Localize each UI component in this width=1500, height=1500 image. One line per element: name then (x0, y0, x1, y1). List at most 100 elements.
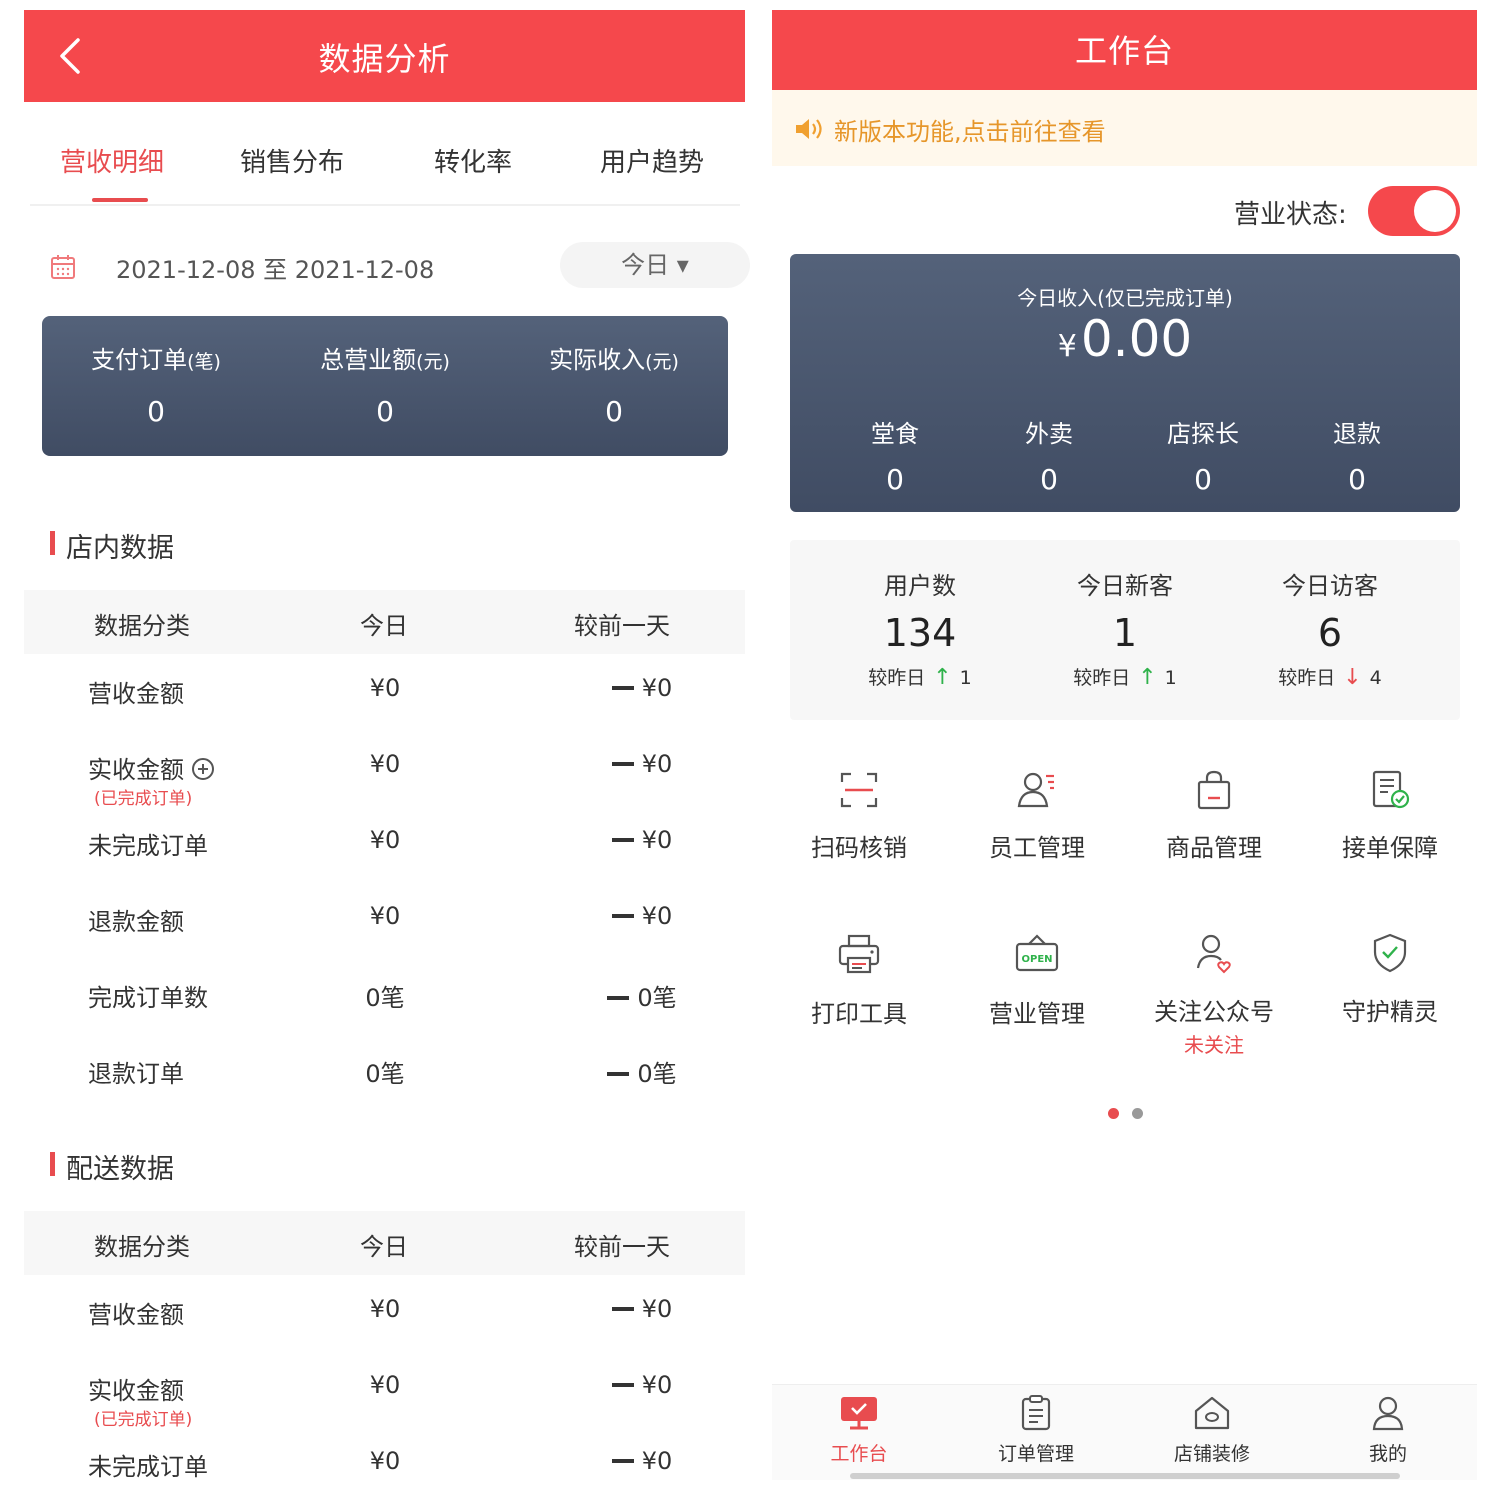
arrow-down-icon: ↓ (1343, 665, 1362, 690)
row-prev: ¥0 (564, 826, 720, 854)
grid-staff-management[interactable]: 员工管理 (957, 770, 1117, 863)
grid-label: 打印工具 (811, 1000, 907, 1028)
user-stats-card: 用户数 134 较昨日 ↑ 1 今日新客 1 较昨日 ↑ 1 今日访客 6 较昨日 ↓ 4 (790, 540, 1460, 720)
workbench-screen: 工作台 新版本功能,点击前往查看 营业状态: 今日收入(仅已完成订单) ¥0.0… (772, 10, 1477, 1500)
compare-delta: 1 (1164, 667, 1177, 689)
grid-label: 关注公众号 (1154, 998, 1274, 1026)
home-icon (1194, 1396, 1230, 1430)
table-row: 退款订单 0笔 0笔 (24, 1040, 745, 1100)
table-row: 营收金额 ¥0 ¥0 (24, 660, 745, 720)
row-prev-value: ¥0 (641, 1371, 673, 1399)
compare-delta: 1 (959, 667, 972, 689)
page-dot-active[interactable] (1108, 1108, 1119, 1119)
date-range[interactable]: 2021-12-08 至 2021-12-08 (116, 250, 434, 285)
table-row: 未完成订单 ¥0 ¥0 (24, 812, 745, 872)
row-today: ¥0 (369, 1447, 401, 1475)
row-today: ¥0 (369, 1371, 401, 1399)
grid-product-management[interactable]: 商品管理 (1134, 770, 1294, 863)
tabbar-label: 店铺装修 (1173, 1443, 1250, 1465)
analysis-tabs: 营收明细 销售分布 转化率 用户趋势 (30, 130, 740, 206)
col-category: 数据分类 (94, 612, 190, 640)
user-icon (1372, 1396, 1404, 1431)
row-name: 未完成订单 (88, 832, 208, 860)
row-name: 完成订单数 (88, 984, 208, 1012)
row-today: 0笔 (365, 1060, 405, 1088)
page-dot[interactable] (1132, 1108, 1143, 1119)
grid-follow-official-account[interactable]: 关注公众号 未关注 (1134, 932, 1294, 1058)
col-today: 今日 (360, 1233, 408, 1261)
dash-icon (611, 1459, 634, 1463)
grid-print-tools[interactable]: 打印工具 (779, 932, 939, 1029)
arrow-up-icon: ↑ (933, 665, 952, 690)
grid-business-management[interactable]: OPEN 营业管理 (957, 932, 1117, 1029)
grid-sub-label: 未关注 (1184, 1033, 1244, 1057)
stat-visitors: 今日访客 6 较昨日 ↓ 4 (1220, 566, 1440, 690)
notice-bar[interactable]: 新版本功能,点击前往查看 (772, 90, 1477, 166)
date-filter: 2021-12-08 至 2021-12-08 今日 ▾ (48, 242, 750, 302)
date-preset-dropdown[interactable]: 今日 ▾ (560, 242, 750, 288)
summary-value: 0 (605, 395, 623, 428)
tab-user-trend[interactable]: 用户趋势 (600, 142, 704, 179)
today-income-card: 今日收入(仅已完成订单) ¥0.00 堂食 0 外卖 0 店探长 0 退款 0 (790, 254, 1460, 512)
analysis-header: 数据分析 (24, 10, 745, 102)
calendar-icon (51, 255, 75, 279)
document-check-icon (1372, 770, 1410, 809)
row-prev-value: ¥0 (641, 750, 673, 778)
row-prev: ¥0 (564, 674, 720, 702)
row-prev-value: 0笔 (637, 1060, 677, 1088)
row-prev: ¥0 (564, 1295, 720, 1323)
tabbar-store-decoration[interactable]: 店铺装修 (1142, 1395, 1282, 1466)
row-today: ¥0 (369, 674, 401, 702)
tabbar-order-management[interactable]: 订单管理 (966, 1395, 1106, 1466)
row-sub-label: (已完成订单) (94, 789, 193, 809)
row-today: ¥0 (369, 1295, 401, 1323)
clipboard-icon (1021, 1395, 1051, 1431)
tabbar-mine[interactable]: 我的 (1318, 1395, 1458, 1466)
table-row: 未完成订单 ¥0 ¥0 (24, 1433, 745, 1493)
row-name: 营收金额 (88, 1301, 184, 1329)
business-status-toggle[interactable] (1368, 186, 1460, 236)
stat-label: 今日访客 (1282, 572, 1378, 600)
grid-scan-verify[interactable]: 扫码核销 (779, 770, 939, 863)
grid-label: 接单保障 (1342, 834, 1438, 862)
tab-conversion-rate[interactable]: 转化率 (434, 142, 512, 179)
income-item-value: 0 (1194, 463, 1212, 496)
stat-label: 用户数 (884, 572, 956, 600)
table-row: 实收金额 (已完成订单) ¥0 ¥0 (24, 1357, 745, 1430)
grid-label: 营业管理 (989, 1000, 1085, 1028)
summary-paid-orders: 支付订单(笔) 0 (42, 340, 270, 428)
delivery-data-title: 配送数据 (50, 1147, 174, 1186)
data-analysis-screen: 数据分析 营收明细 销售分布 转化率 用户趋势 2021-12-08 至 202… (24, 10, 750, 1500)
grid-order-guarantee[interactable]: 接单保障 (1310, 770, 1470, 863)
compare-label: 较昨日 (1278, 667, 1336, 689)
printer-icon (838, 934, 880, 974)
business-status: 营业状态: (772, 184, 1477, 240)
row-name: 实收金额 (88, 750, 214, 785)
active-tab-indicator (92, 198, 148, 202)
col-category: 数据分类 (94, 1233, 190, 1261)
summary-unit: (笔) (187, 351, 221, 373)
income-dine-in: 堂食 0 (815, 414, 975, 496)
summary-total-revenue: 总营业额(元) 0 (271, 340, 499, 428)
dash-icon (611, 914, 634, 918)
tab-revenue-detail[interactable]: 营收明细 (60, 142, 164, 179)
tabbar-label: 订单管理 (997, 1443, 1074, 1465)
notice-text[interactable]: 新版本功能,点击前往查看 (834, 112, 1106, 147)
stat-compare: 较昨日 ↑ 1 (810, 663, 1030, 690)
grid-guardian-spirit[interactable]: 守护精灵 (1310, 932, 1470, 1027)
speaker-icon (796, 119, 822, 139)
tab-sales-distribution[interactable]: 销售分布 (240, 142, 344, 179)
row-today: ¥0 (369, 826, 401, 854)
follow-user-icon (1196, 934, 1231, 974)
row-sub-label: (已完成订单) (94, 1410, 193, 1430)
income-store-explorer: 店探长 0 (1123, 414, 1283, 496)
col-today: 今日 (360, 612, 408, 640)
tabbar-workbench[interactable]: 工作台 (789, 1395, 929, 1466)
row-prev-value: ¥0 (641, 1295, 673, 1323)
tabbar-label: 工作台 (830, 1443, 888, 1465)
plus-circle-icon[interactable] (192, 758, 214, 780)
store-table-header: 数据分类 今日 较前一天 (24, 590, 745, 654)
row-today: ¥0 (369, 902, 401, 930)
summary-label: 总营业额 (320, 346, 417, 374)
open-sign-icon: OPEN (1015, 934, 1059, 972)
